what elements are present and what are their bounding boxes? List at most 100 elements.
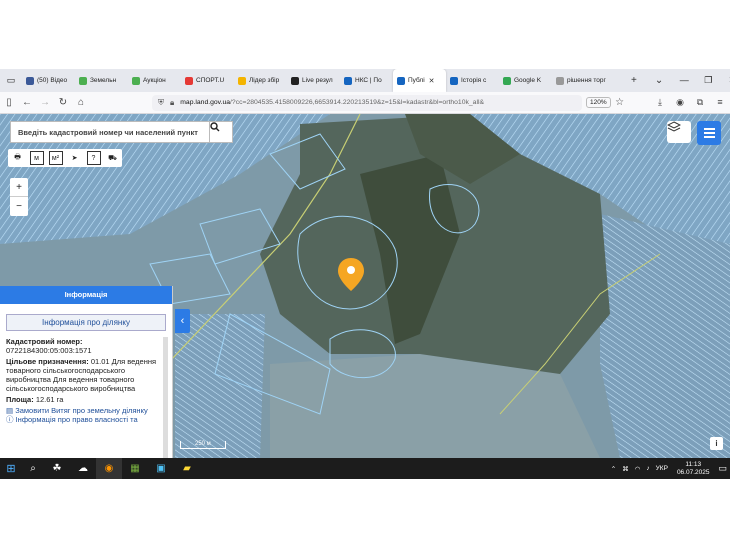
help-icon[interactable]: ? [86,151,101,165]
leader-icon [238,76,246,85]
tray-expand-icon[interactable]: ⌃ [611,465,616,473]
tab-label: рішення торг [567,77,606,84]
attribution-info-button[interactable]: i [710,437,723,450]
browser-nav-bar: ▯ ← → ↻ ⌂ ⛨ 🔒︎ map.land.gov.ua /?cc=2804… [0,92,730,114]
app-icon-1[interactable]: ☘ [44,458,70,479]
tab-label: НКС | По [355,77,382,84]
address-bar[interactable]: ⛨ 🔒︎ map.land.gov.ua /?cc=2804535.415800… [152,94,582,111]
network-icon[interactable]: ⌘ [622,465,629,473]
close-window-button[interactable]: ✕ [720,75,730,86]
browser-tab[interactable]: Live резул [287,69,340,92]
minimize-button[interactable]: — [672,75,696,86]
tab-label: Live резул [302,77,333,84]
app-icon-3[interactable]: ▦ [122,458,148,479]
browser-tab[interactable]: Публі ✕ [393,69,446,92]
reload-icon[interactable]: ↻ [54,97,72,108]
map-canvas[interactable]: Введіть кадастровий номер чи населений п… [0,114,730,458]
browser-tab-bar: ▭ (50) Відео Земельн Аукціон СПОРТ.U Лідер з… [0,69,730,92]
tab-label: Лідер збір [249,77,280,84]
ownership-info-link[interactable]: ⓘ Інформація про право власності та [0,415,172,424]
route-icon[interactable]: ⛟ [106,151,120,165]
firefox-icon[interactable]: ◉ [96,458,122,479]
menu-button[interactable] [697,121,721,145]
extensions-icon[interactable]: ⧉ [690,97,710,108]
file-explorer-icon[interactable]: ▰ [174,458,200,479]
flag-ua-icon [397,76,405,85]
browser-tab[interactable]: НКС | По [340,69,393,92]
tab-label: (50) Відео [37,77,68,84]
facebook-icon [26,76,34,85]
tab-label: Google K [514,77,542,84]
area-label: Площа: [6,395,34,404]
tab-list-button[interactable]: ⌄ [646,75,672,86]
browser-tab[interactable]: Земельн [75,69,128,92]
screen: ▭ (50) Відео Земельн Аукціон СПОРТ.U Лідер з… [0,69,730,479]
print-icon[interactable]: 🖶︎ [11,151,25,165]
purpose-label: Цільове призначення: [6,357,89,366]
zoom-in-button[interactable]: + [10,178,28,197]
wifi-icon[interactable]: ◠ [635,465,641,473]
maximize-button[interactable]: ❐ [696,75,720,86]
cursor-icon[interactable]: ➤ [68,151,82,165]
order-extract-label: Замовити Витяг про земельну ділянку [15,406,148,415]
new-tab-button[interactable]: + [622,75,646,86]
puzzle-icon [79,76,87,85]
parcel-info-title: Інформація про ділянку [6,314,166,331]
clock[interactable]: 11:13 06.07.2025 [677,461,710,477]
collapse-panel-button[interactable]: ‹ [175,309,190,333]
tab-overview-button[interactable]: ▭ [0,69,22,92]
zoom-out-button[interactable]: − [10,197,28,216]
browser-tab[interactable]: Google K [499,69,552,92]
order-extract-link[interactable]: ▤ Замовити Витяг про земельну ділянку [0,406,172,415]
browser-tab[interactable]: Історія с [446,69,499,92]
home-icon[interactable]: ⌂ [72,97,90,108]
ownership-info-label: Інформація про право власності та [15,415,138,424]
browser-tab[interactable]: рішення торг [552,69,622,92]
account-icon[interactable]: ◉ [670,97,690,108]
downloads-icon[interactable]: ⤓ [650,97,670,108]
info-panel: Інформація Інформація про ділянку Кадаст… [0,286,173,458]
tab-overview-icon: ▭ [6,75,16,85]
layers-button[interactable] [667,121,691,143]
tab-label: Аукціон [143,77,166,84]
volume-icon[interactable]: ♪ [646,465,649,472]
search-button[interactable] [210,121,233,143]
language-indicator[interactable]: УКР [656,465,668,472]
doc-icon [556,76,564,85]
panel-scrollbar[interactable] [163,337,168,458]
cadastral-label: Кадастровий номер: [0,337,172,346]
app-icon-2[interactable]: ☁ [70,458,96,479]
search-input[interactable]: Введіть кадастровий номер чи населений п… [10,121,210,143]
scale-bar: 250 м [180,441,226,449]
measure-length-icon[interactable]: м [29,151,44,165]
tab-label: Історія с [461,77,487,84]
search-taskbar-icon[interactable]: ⌕ [22,458,44,479]
lock-icon: 🔒︎ [170,97,175,107]
sidebar-toggle-icon[interactable]: ▯ [0,97,18,108]
measure-area-icon[interactable]: м² [48,151,63,165]
sport-icon [185,76,193,85]
menu-line [703,136,715,138]
forward-icon[interactable]: → [36,97,54,108]
browser-tab[interactable]: СПОРТ.U [181,69,234,92]
map-toolbar: 🖶︎ м м² ➤ ? ⛟ [8,149,122,167]
close-tab-icon[interactable]: ✕ [429,77,435,85]
app-menu-icon[interactable]: ≡ [710,97,730,108]
back-icon[interactable]: ← [18,97,36,108]
info-panel-header: Інформація [0,286,172,304]
tab-label: СПОРТ.U [196,77,225,84]
document-icon: ▤ [6,406,14,415]
area-value: 12.61 га [35,395,64,404]
clock-date: 06.07.2025 [676,468,710,476]
app-icon-4[interactable]: ▣ [148,458,174,479]
browser-tab[interactable]: (50) Відео [22,69,75,92]
cadastral-value[interactable]: 0722184300:05:003:1571 [0,346,172,355]
menu-line [703,132,715,134]
zoom-level[interactable]: 120% [586,97,611,108]
history-icon [450,76,458,85]
bookmark-star-icon[interactable]: ☆ [611,97,629,108]
start-button[interactable]: ⊞ [0,458,22,479]
browser-tab[interactable]: Аукціон [128,69,181,92]
browser-tab[interactable]: Лідер збір [234,69,287,92]
notifications-icon[interactable]: ▭ [718,463,727,474]
